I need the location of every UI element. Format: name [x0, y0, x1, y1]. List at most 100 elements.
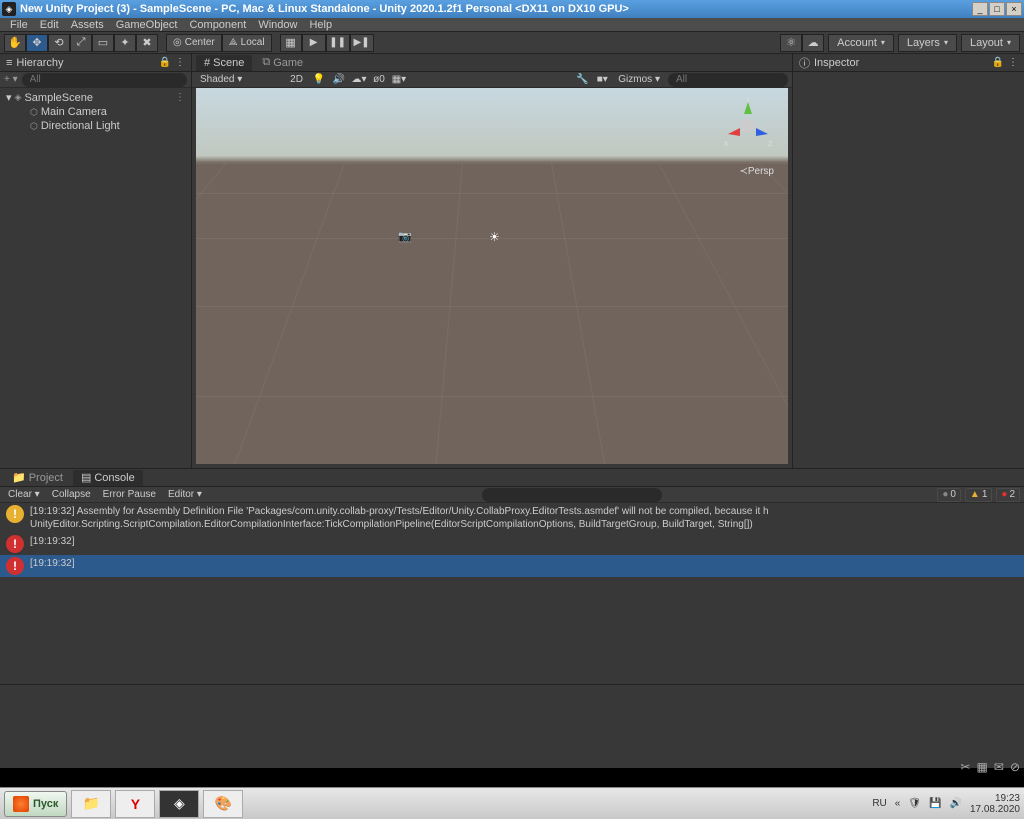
move-tool[interactable]: ✥: [26, 34, 48, 52]
mode-2d-toggle[interactable]: 2D: [286, 74, 307, 85]
editor-dropdown[interactable]: Editor ▾: [164, 489, 206, 500]
bottom-panel: 📁Project ▤Console Clear ▾ Collapse Error…: [0, 468, 1024, 768]
gameobject-icon: ⬡: [30, 121, 38, 132]
snap-toggle[interactable]: ▦: [280, 34, 302, 52]
log-row[interactable]: ! [19:19:32]: [0, 555, 1024, 577]
hierarchy-icon: ≡: [6, 57, 12, 69]
main-area: ≡ Hierarchy 🔒 ⋮ + ▾ ▾ ◈ SampleScene ⋮ ⬡ …: [0, 54, 1024, 468]
hierarchy-menu-icon[interactable]: ⋮: [175, 57, 185, 68]
camera-settings-icon[interactable]: ■▾: [594, 74, 610, 85]
audio-icon[interactable]: 🔊: [331, 74, 347, 85]
menu-file[interactable]: File: [4, 19, 34, 31]
tray-icon[interactable]: ✉: [994, 760, 1004, 774]
tab-game[interactable]: ⧉Game: [254, 55, 311, 71]
pause-button[interactable]: ❚❚: [326, 34, 350, 52]
inspector-panel: ⓘ Inspector 🔒 ⋮: [792, 54, 1024, 468]
list-item[interactable]: ⬡ Directional Light: [0, 119, 191, 133]
scene-row[interactable]: ▾ ◈ SampleScene ⋮: [0, 90, 191, 105]
hand-tool[interactable]: ✋: [4, 34, 26, 52]
menu-edit[interactable]: Edit: [34, 19, 65, 31]
error-pause-button[interactable]: Error Pause: [99, 489, 160, 500]
tray-icon[interactable]: 🛡: [908, 798, 921, 809]
error-counter[interactable]: ●2: [996, 488, 1020, 502]
menu-help[interactable]: Help: [303, 19, 338, 31]
play-button[interactable]: ▶: [302, 34, 326, 52]
tray-expand-icon[interactable]: «: [895, 798, 901, 809]
scene-viewport[interactable]: 📷 ☀ x y z ≺Persp: [196, 88, 788, 464]
menu-component[interactable]: Component: [183, 19, 252, 31]
lock-icon[interactable]: 🔒: [992, 57, 1004, 68]
inspector-menu-icon[interactable]: ⋮: [1008, 57, 1018, 68]
menu-bar: File Edit Assets GameObject Component Wi…: [0, 18, 1024, 32]
camera-gizmo-icon[interactable]: 📷: [398, 230, 412, 243]
step-button[interactable]: ▶❚: [350, 34, 374, 52]
space-toggle[interactable]: ⟁Local: [222, 34, 272, 52]
layers-dropdown[interactable]: Layers: [898, 34, 957, 52]
scene-search-input[interactable]: [668, 73, 788, 87]
menu-assets[interactable]: Assets: [65, 19, 110, 31]
editor-tray: ✂ ▦ ✉ ⊘: [960, 760, 1020, 774]
rect-tool[interactable]: ▭: [92, 34, 114, 52]
language-indicator[interactable]: RU: [872, 798, 886, 809]
foldout-icon[interactable]: ▾: [6, 91, 12, 104]
scale-tool[interactable]: ⤢: [70, 34, 92, 52]
svg-text:x: x: [724, 138, 729, 148]
unity-scene-icon: ◈: [15, 92, 22, 103]
list-item[interactable]: ⬡ Main Camera: [0, 105, 191, 119]
light-icon[interactable]: 💡: [311, 74, 327, 85]
account-dropdown[interactable]: Account: [828, 34, 894, 52]
taskbar-clock[interactable]: 19:23 17.08.2020: [970, 793, 1020, 815]
minimize-button[interactable]: _: [972, 2, 988, 16]
transform-tool[interactable]: ✦: [114, 34, 136, 52]
menu-gameobject[interactable]: GameObject: [110, 19, 184, 31]
console-search-input[interactable]: [482, 488, 662, 502]
cloud-icon[interactable]: ☁: [802, 34, 824, 52]
unity-icon: ◈: [2, 2, 16, 16]
windows-taskbar: Пуск 📁 Y ◈ 🎨 RU « 🛡 💾 🔊 19:23 17.08.2020: [0, 787, 1024, 819]
taskbar-explorer-icon[interactable]: 📁: [71, 790, 111, 818]
lock-icon[interactable]: 🔒: [159, 57, 171, 68]
shading-dropdown[interactable]: Shaded ▾: [196, 74, 246, 85]
close-button[interactable]: ×: [1006, 2, 1022, 16]
maximize-button[interactable]: □: [989, 2, 1005, 16]
tab-console[interactable]: ▤Console: [73, 470, 143, 486]
rotate-tool[interactable]: ⟲: [48, 34, 70, 52]
custom-tool[interactable]: ✖: [136, 34, 158, 52]
log-row[interactable]: ! [19:19:32]: [0, 533, 1024, 555]
gizmos-dropdown[interactable]: Gizmos ▾: [614, 74, 664, 85]
tray-icon[interactable]: ✂: [960, 760, 970, 774]
taskbar-unity-icon[interactable]: ◈: [159, 790, 199, 818]
clear-button[interactable]: Clear ▾: [4, 489, 44, 500]
log-row[interactable]: ! [19:19:32] Assembly for Assembly Defin…: [0, 503, 1024, 533]
collab-icon[interactable]: ⚛: [780, 34, 802, 52]
collapse-button[interactable]: Collapse: [48, 489, 95, 500]
grid-icon[interactable]: ▦▾: [391, 74, 407, 85]
tray-icon[interactable]: 💾: [929, 798, 941, 809]
taskbar-paint-icon[interactable]: 🎨: [203, 790, 243, 818]
tab-scene[interactable]: #Scene: [196, 55, 252, 71]
tray-volume-icon[interactable]: 🔊: [949, 798, 961, 809]
create-dropdown[interactable]: + ▾: [4, 74, 18, 85]
layout-dropdown[interactable]: Layout: [961, 34, 1020, 52]
info-counter[interactable]: ●0: [937, 488, 961, 502]
warning-counter[interactable]: ▲1: [965, 488, 992, 502]
orientation-gizmo[interactable]: x y z: [718, 98, 778, 158]
fx-icon[interactable]: ☁▾: [351, 74, 367, 85]
perspective-label[interactable]: ≺Persp: [739, 166, 774, 177]
light-gizmo-icon[interactable]: ☀: [489, 230, 500, 244]
taskbar-yandex-icon[interactable]: Y: [115, 790, 155, 818]
windows-logo-icon: [13, 796, 29, 812]
tab-project[interactable]: 📁Project: [4, 470, 71, 486]
pivot-toggle[interactable]: ◎Center: [166, 34, 222, 52]
start-button[interactable]: Пуск: [4, 791, 67, 817]
menu-window[interactable]: Window: [252, 19, 303, 31]
hidden-icon[interactable]: ø0: [371, 74, 387, 85]
inspector-icon: ⓘ: [799, 55, 810, 71]
scene-menu-icon[interactable]: ⋮: [175, 92, 185, 103]
hierarchy-search-input[interactable]: [22, 73, 187, 87]
tray-icon[interactable]: ⊘: [1010, 760, 1020, 774]
error-icon: !: [6, 557, 24, 575]
tray-icon[interactable]: ▦: [977, 760, 988, 774]
tools-icon[interactable]: 🔧: [574, 74, 590, 85]
hierarchy-label: Hierarchy: [16, 57, 63, 69]
